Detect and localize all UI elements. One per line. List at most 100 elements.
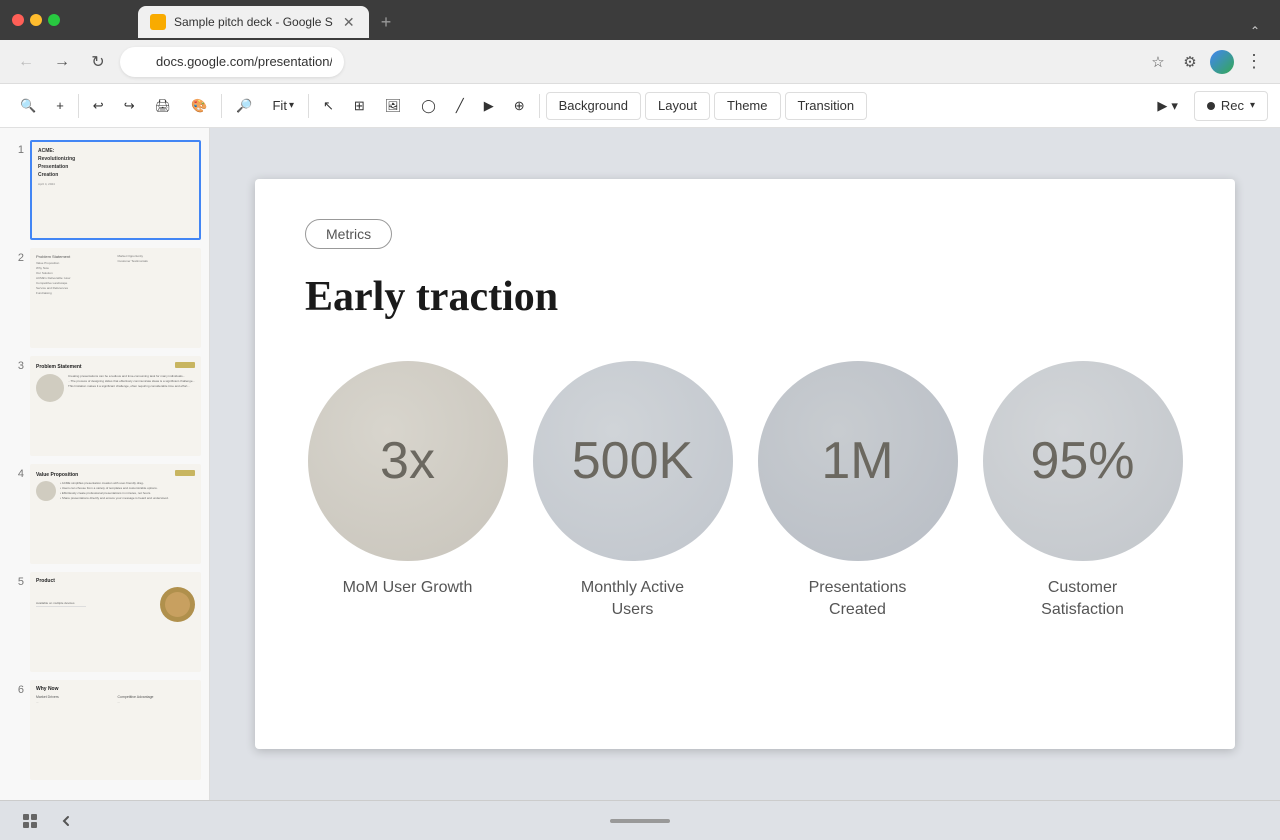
metric-item-4: 95% CustomerSatisfaction [983,361,1183,622]
bottom-bar [0,800,1280,840]
background-button[interactable]: Background [546,92,641,120]
present-icon: ▶ [1157,98,1167,114]
metrics-badge-text: Metrics [326,226,371,242]
window-collapse-button[interactable]: ⌃ [1242,24,1268,38]
rec-dot-icon [1207,102,1215,110]
present-dropdown: ▾ [1171,98,1178,114]
collapse-panel-icon [58,813,74,829]
slide-thumbnail-5[interactable]: Product Available on multiple devices [30,572,201,672]
slide-num-1: 1 [8,140,24,156]
slide-thumb-2[interactable]: 2 Problem Statement Value Proposition Wh… [0,244,209,352]
slides-toolbar: 🔍 + ↩ ↪ 🖨 🎨 🔎 Fit ▾ ↖ ⊞ 🖼 ◯ ╱ ▶ ⊕ Backgr… [0,84,1280,128]
rec-button[interactable]: Rec ▾ [1194,91,1268,121]
slide-thumb-5[interactable]: 5 Product Available on multiple devices [0,568,209,676]
close-button[interactable] [12,14,24,26]
undo-button[interactable]: ↩ [85,91,112,121]
metric-circle-1: 3x [308,361,508,561]
slide-thumb-4[interactable]: 4 Value Proposition • ACME simplifies pr… [0,460,209,568]
video-button[interactable]: ▶ [476,91,502,121]
user-avatar [1210,50,1234,74]
zoom-select-button[interactable]: ⊞ [346,91,373,121]
traffic-lights [12,14,60,26]
theme-button[interactable]: Theme [714,92,780,120]
toolbar-separator-4 [539,94,540,118]
slide-thumbnail-2[interactable]: Problem Statement Value Proposition Why … [30,248,201,348]
profile-button[interactable] [1208,48,1236,76]
fit-zoom-button[interactable]: Fit ▾ [264,91,301,121]
bottom-left-controls [16,807,226,835]
slide-num-5: 5 [8,572,24,588]
slide-thumb-6[interactable]: 6 Why Now Market Drivers ... Competitive… [0,676,209,784]
bookmark-button[interactable]: ☆ [1144,48,1172,76]
line-button[interactable]: ╱ [448,91,472,121]
slide-thumbnail-6[interactable]: Why Now Market Drivers ... Competitive A… [30,680,201,780]
zoom-out-icon: 🔎 [236,98,252,114]
tab-bar: Sample pitch deck - Google S ✕ + ⌃ [68,2,1268,38]
metric-circle-4: 95% [983,361,1183,561]
title-bar: Sample pitch deck - Google S ✕ + ⌃ [0,0,1280,40]
slide-num-4: 4 [8,464,24,480]
browser-toolbar-icons: ☆ ⚙ ⋮ [1144,48,1268,76]
main-area: 1 ACME: Revolutionizing Presentation Cre… [0,128,1280,800]
minimize-button[interactable] [30,14,42,26]
metric-label-3: PresentationsCreated [809,577,907,622]
transition-button[interactable]: Transition [785,92,868,120]
metric-label-4: CustomerSatisfaction [1041,577,1124,622]
address-input[interactable] [120,47,344,77]
toolbar-separator-2 [221,94,222,118]
scroll-indicator [610,819,670,823]
metric-label-1: MoM User Growth [343,577,473,599]
metric-value-4: 95% [1030,431,1134,491]
slide-panel: 1 ACME: Revolutionizing Presentation Cre… [0,128,210,800]
slide-num-6: 6 [8,680,24,696]
metrics-badge: Metrics [305,219,392,249]
slide-thumbnail-4[interactable]: Value Proposition • ACME simplifies pres… [30,464,201,564]
metric-value-2: 500K [572,431,693,491]
toolbar-separator-3 [308,94,309,118]
link-button[interactable]: ⊕ [506,91,533,121]
tab-favicon [150,14,166,30]
grid-view-button[interactable] [16,807,44,835]
forward-button[interactable]: → [48,48,76,76]
metric-circle-3: 1M [758,361,958,561]
active-tab[interactable]: Sample pitch deck - Google S ✕ [138,6,369,38]
address-bar-row: ← → ↻ 🔒 ☆ ⚙ ⋮ [0,40,1280,84]
insert-button[interactable]: + [48,91,72,121]
slide-title: Early traction [305,273,1185,321]
slide-thumbnail-1[interactable]: ACME: Revolutionizing Presentation Creat… [30,140,201,240]
cursor-tool-button[interactable]: ↖ [315,91,342,121]
paint-format-button[interactable]: 🎨 [183,91,215,121]
fit-zoom-label: Fit [272,98,286,113]
search-icon: 🔍 [20,98,36,114]
redo-button[interactable]: ↪ [116,91,143,121]
image-button[interactable]: 🖼 [377,91,410,121]
browser-menu-button[interactable]: ⋮ [1240,48,1268,76]
reload-button[interactable]: ↻ [84,48,112,76]
address-bar-wrap: 🔒 [120,47,1136,77]
slide-thumb-3[interactable]: 3 Problem Statement Creating presentatio… [0,352,209,460]
extensions-button[interactable]: ⚙ [1176,48,1204,76]
slide-canvas[interactable]: Metrics Early traction 3x MoM User Growt… [255,179,1235,749]
layout-button[interactable]: Layout [645,92,710,120]
fit-dropdown-arrow: ▾ [289,100,294,111]
metric-circle-2: 500K [533,361,733,561]
metric-item-1: 3x MoM User Growth [308,361,508,622]
slide-thumb-1[interactable]: 1 ACME: Revolutionizing Presentation Cre… [0,136,209,244]
maximize-button[interactable] [48,14,60,26]
shape-button[interactable]: ◯ [413,91,444,121]
back-button[interactable]: ← [12,48,40,76]
slide-num-2: 2 [8,248,24,264]
zoom-button[interactable]: 🔎 [228,91,260,121]
rec-label: Rec [1221,98,1244,113]
collapse-panel-button[interactable] [52,807,80,835]
metric-value-1: 3x [380,431,435,491]
present-button[interactable]: ▶ ▾ [1149,91,1186,121]
slide-thumbnail-3[interactable]: Problem Statement Creating presentations… [30,356,201,456]
new-tab-button[interactable]: + [373,6,400,38]
toolbar-separator-1 [78,94,79,118]
tab-title: Sample pitch deck - Google S [174,15,333,29]
search-button[interactable]: 🔍 [12,91,44,121]
print-button[interactable]: 🖨 [147,91,180,121]
tab-close-button[interactable]: ✕ [341,14,357,30]
slide-editor: Metrics Early traction 3x MoM User Growt… [210,128,1280,800]
